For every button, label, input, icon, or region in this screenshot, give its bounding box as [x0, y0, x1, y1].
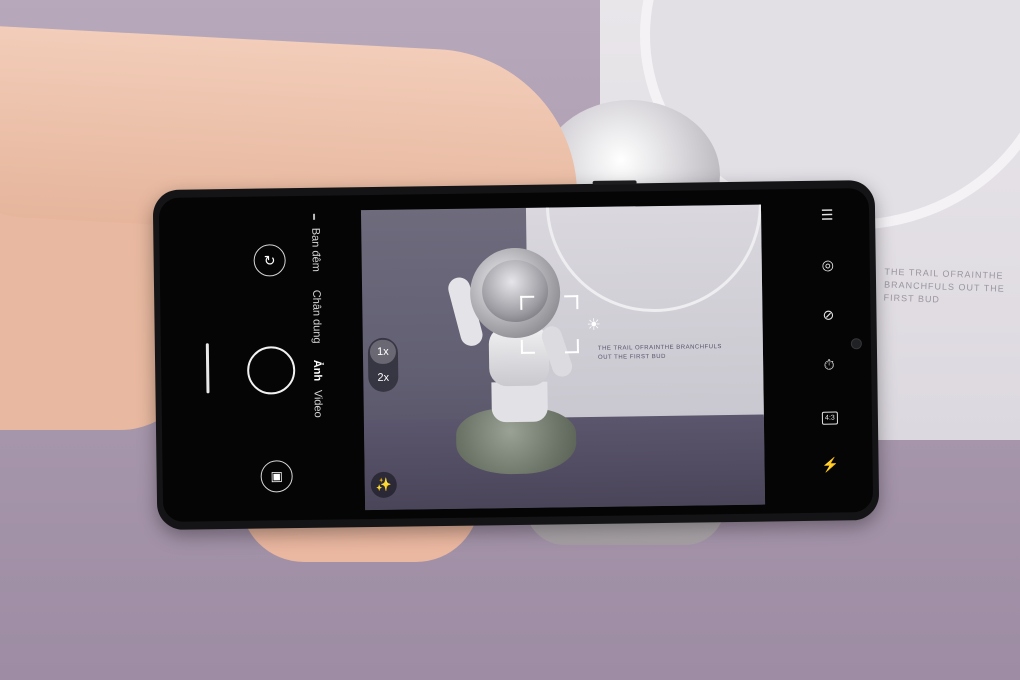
aspect-ratio-button[interactable]: 4:3 — [816, 402, 844, 426]
camera-settings-column: ☰ ◎ ⊘ ⏱ 4:3 ⚡ — [807, 188, 852, 513]
zoom-2x-button[interactable]: 2x — [370, 366, 396, 390]
sun-icon[interactable]: ☀ — [586, 315, 601, 335]
aspect-ratio-label: 4:3 — [821, 411, 838, 425]
zoom-1x-button[interactable]: 1x — [369, 339, 397, 365]
switch-camera-icon: ↻ — [263, 252, 276, 269]
power-button — [592, 180, 637, 185]
background-box-text: THE TRAIL OFRAINTHE BRANCHFULS OUT THE F… — [883, 266, 1005, 305]
mode-portrait[interactable]: Chân dung — [310, 290, 323, 344]
phone-screen: ↻ ▣ Ban đêm Chân dung Ảnh Video THE TRAI… — [158, 188, 874, 522]
focus-corner — [564, 295, 579, 310]
viewfinder-card-text: THE TRAIL OFRAINTHE BRANCHFULS OUT THE F… — [597, 344, 722, 361]
focus-corner — [520, 339, 535, 354]
mode-photo[interactable]: Ảnh — [311, 360, 323, 382]
phone: ↻ ▣ Ban đêm Chân dung Ảnh Video THE TRAI… — [152, 179, 880, 531]
zoom-selector: 1x 2x — [367, 337, 399, 393]
front-camera — [850, 338, 862, 350]
camera-mode-strip: Ban đêm Chân dung Ảnh Video — [309, 213, 353, 504]
mode-strip-marker — [313, 213, 316, 220]
gallery-button[interactable]: ▣ — [260, 460, 293, 493]
flash-off-icon[interactable]: ⚡ — [816, 452, 844, 476]
lens-icon[interactable]: ◎ — [814, 252, 842, 276]
camera-viewfinder[interactable]: THE TRAIL OFRAINTHE BRANCHFULS OUT THE F… — [360, 204, 766, 511]
focus-frame — [520, 295, 579, 354]
ai-off-icon[interactable]: ⊘ — [814, 302, 842, 326]
astronaut-legs — [491, 381, 548, 423]
menu-icon[interactable]: ☰ — [813, 202, 841, 226]
gallery-icon: ▣ — [270, 468, 283, 484]
switch-camera-button[interactable]: ↻ — [253, 244, 286, 277]
focus-corner — [520, 295, 535, 310]
timer-off-icon[interactable]: ⏱ — [815, 352, 843, 376]
mode-video[interactable]: Video — [311, 390, 323, 418]
focus-corner — [564, 339, 579, 354]
mode-night[interactable]: Ban đêm — [309, 228, 322, 272]
shutter-button[interactable] — [246, 346, 296, 395]
mode-indicator-bar — [205, 343, 210, 394]
